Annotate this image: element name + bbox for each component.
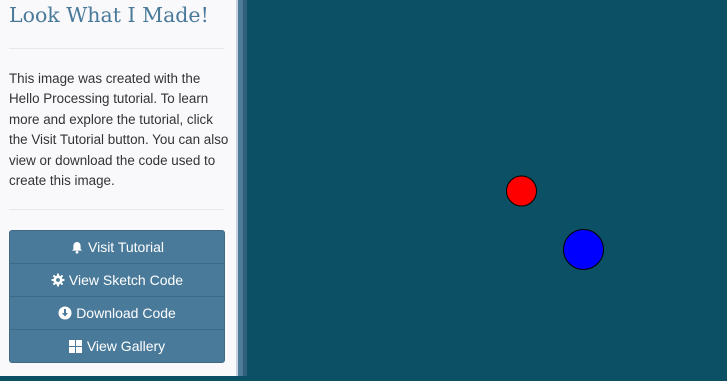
view-gallery-button[interactable]: View Gallery xyxy=(10,329,224,362)
blue-circle xyxy=(563,229,604,270)
grid-icon xyxy=(69,339,83,353)
divider-bottom xyxy=(9,209,224,210)
sketch-svg xyxy=(506,175,604,270)
bell-icon xyxy=(70,240,84,254)
red-circle xyxy=(506,175,537,207)
description-text: This image was created with the Hello Pr… xyxy=(9,71,229,189)
download-code-button[interactable]: Download Code xyxy=(10,296,224,329)
sidebar: Look What I Made! This image was created… xyxy=(0,0,236,376)
view-sketch-code-label: View Sketch Code xyxy=(68,272,184,288)
visit-tutorial-button[interactable]: Visit Tutorial xyxy=(10,231,224,263)
view-gallery-label: View Gallery xyxy=(86,338,166,354)
panel-divider xyxy=(236,0,247,376)
gear-icon xyxy=(51,273,65,287)
download-code-label: Download Code xyxy=(76,305,176,321)
view-sketch-code-button[interactable]: View Sketch Code xyxy=(10,263,224,296)
visit-tutorial-label: Visit Tutorial xyxy=(88,239,164,255)
action-button-group: Visit Tutorial View Sketch Code Download… xyxy=(9,230,225,363)
divider-top xyxy=(9,48,224,49)
sketch-canvas xyxy=(247,0,727,376)
page-title: Look What I Made! xyxy=(9,3,209,27)
download-icon xyxy=(58,306,72,320)
